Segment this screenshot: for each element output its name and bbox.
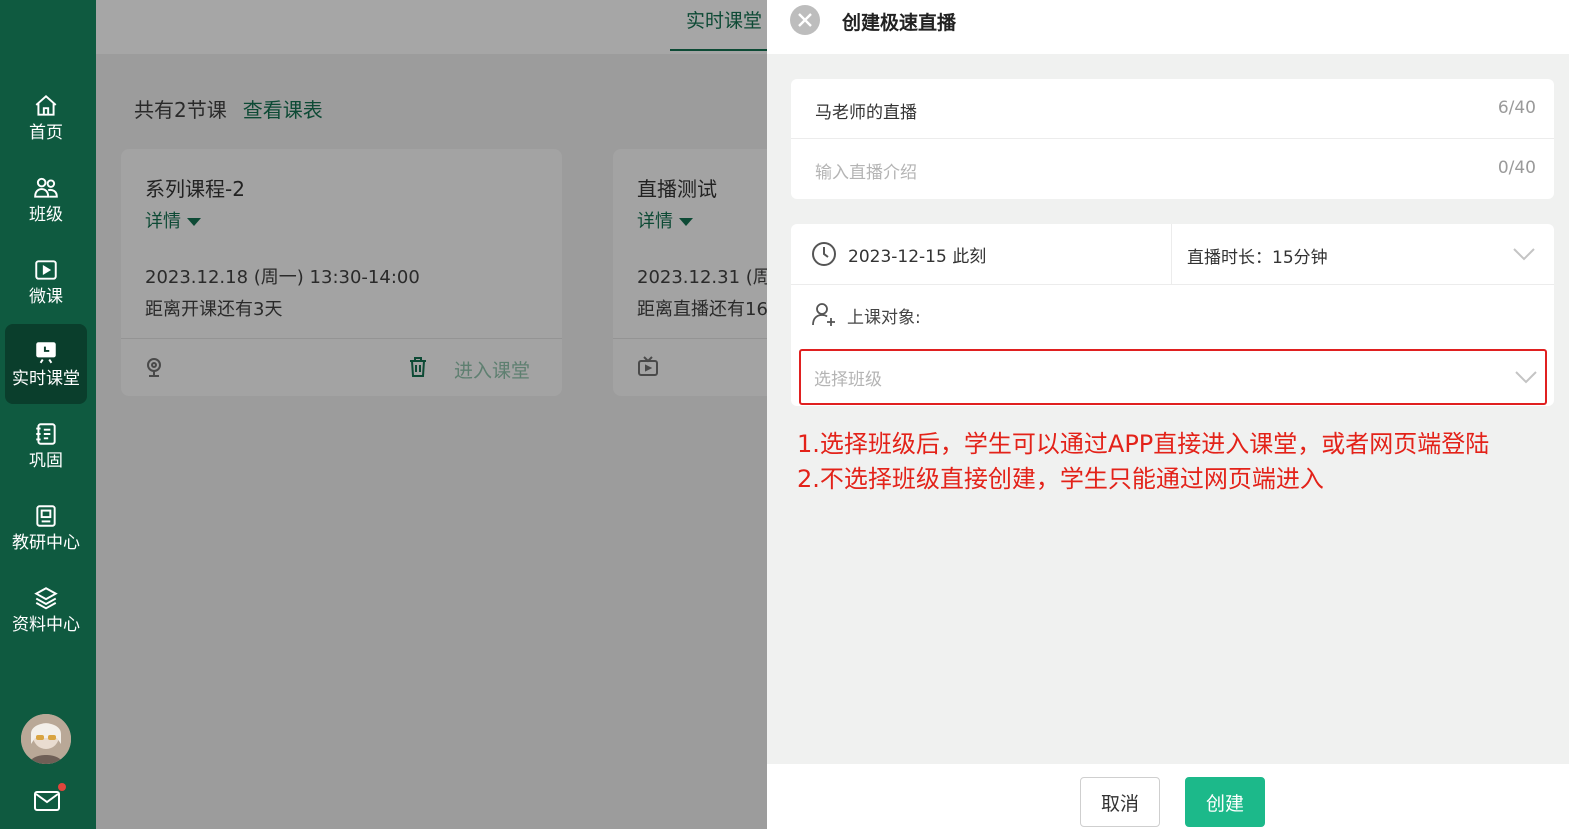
video-icon <box>35 260 57 280</box>
target-label: 上课对象: <box>847 308 921 328</box>
detail-toggle[interactable]: 详情 <box>637 207 693 233</box>
tab-live-class[interactable]: 实时课堂 <box>670 0 767 51</box>
cancel-button[interactable]: 取消 <box>1080 777 1160 827</box>
date-duration-row: 2023-12-15 此刻 直播时长：15分钟 <box>791 224 1554 284</box>
detail-label: 详情 <box>637 211 673 232</box>
sidebar-item-consolidate[interactable]: 巩固 <box>5 406 87 486</box>
live-intro-field[interactable]: 输入直播介绍 0/40 <box>791 139 1554 199</box>
sidebar-item-resources[interactable]: 资料中心 <box>5 570 87 650</box>
live-class-icon <box>36 342 56 364</box>
sidebar-item-research[interactable]: 教研中心 <box>5 488 87 568</box>
close-button[interactable] <box>790 5 820 35</box>
live-info-form: 马老师的直播 6/40 输入直播介绍 0/40 <box>791 79 1554 199</box>
lesson-time: 2023.12.31 (周日 <box>637 267 767 288</box>
close-icon <box>798 13 812 27</box>
lesson-summary: 共有2节课 查看课表 <box>134 94 323 123</box>
class-select[interactable]: 选择班级 <box>799 349 1547 405</box>
divider <box>1171 224 1172 284</box>
lesson-card[interactable]: 系列课程-2 详情 2023.12.18 (周一) 13:30-14:00 距离… <box>121 149 562 396</box>
divider <box>121 338 562 339</box>
lesson-time: 2023.12.18 (周一) 13:30-14:00 <box>145 267 420 288</box>
detail-label: 详情 <box>145 211 181 232</box>
sidebar-item-label: 巩固 <box>29 451 63 471</box>
schedule-link[interactable]: 查看课表 <box>243 98 323 122</box>
sidebar-item-class[interactable]: 班级 <box>5 160 87 240</box>
live-name-value: 马老师的直播 <box>815 103 917 123</box>
notification-dot <box>58 783 66 791</box>
sidebar-item-microlesson[interactable]: 微课 <box>5 242 87 322</box>
layers-icon <box>34 587 58 610</box>
live-intro-count: 0/40 <box>1497 158 1536 178</box>
trash-icon[interactable] <box>407 356 429 378</box>
top-bar: 实时课堂 <box>96 0 767 54</box>
book-icon <box>36 505 56 527</box>
lesson-count: 共有2节课 <box>134 98 227 122</box>
avatar-image <box>21 714 71 764</box>
panel-title: 创建极速直播 <box>842 12 957 34</box>
webcam-icon <box>147 358 161 377</box>
caret-down-icon <box>187 218 201 226</box>
sidebar-item-live-class[interactable]: 实时课堂 <box>5 324 87 404</box>
class-select-placeholder: 选择班级 <box>814 370 882 390</box>
panel-header: 创建极速直播 <box>767 0 1569 54</box>
sidebar-item-label: 教研中心 <box>12 533 80 553</box>
create-button[interactable]: 创建 <box>1185 777 1265 827</box>
live-name-field[interactable]: 马老师的直播 6/40 <box>791 79 1554 139</box>
sidebar-item-label: 首页 <box>29 123 63 143</box>
create-live-panel: 创建极速直播 马老师的直播 6/40 输入直播介绍 0/40 2023-12-1… <box>767 0 1569 829</box>
annotation-note: 1.选择班级后，学生可以通过APP直接进入课堂，或者网页端登陆 <box>797 430 1490 458</box>
lesson-title: 系列课程-2 <box>145 177 245 201</box>
chevron-down-icon[interactable] <box>1513 247 1535 261</box>
live-name-count: 6/40 <box>1497 98 1536 118</box>
main-content: 实时课堂 共有2节课 查看课表 系列课程-2 详情 2023.12.18 (周一)… <box>96 0 767 829</box>
sidebar-item-home[interactable]: 首页 <box>5 78 87 158</box>
chevron-down-icon <box>1515 371 1537 384</box>
duration-select[interactable]: 直播时长：15分钟 <box>1187 243 1328 268</box>
home-icon <box>35 94 57 116</box>
annotation-note: 2.不选择班级直接创建，学生只能通过网页端进入 <box>797 465 1324 493</box>
tv-icon <box>638 356 658 376</box>
target-row: 上课对象: <box>791 284 1554 344</box>
mail-icon[interactable] <box>33 789 61 813</box>
panel-footer: 取消 创建 <box>767 764 1569 829</box>
lesson-title: 直播测试 <box>637 177 717 201</box>
sidebar: 首页 班级 微课 实时课堂 巩固 教研中心 资料中心 <box>0 0 96 829</box>
live-settings-form: 2023-12-15 此刻 直播时长：15分钟 上课对象: 选择班级 <box>791 224 1554 406</box>
caret-down-icon <box>679 218 693 226</box>
notebook-icon <box>36 423 56 445</box>
lesson-countdown: 距离直播还有16天 <box>637 299 767 320</box>
lesson-countdown: 距离开课还有3天 <box>145 299 283 320</box>
sidebar-item-label: 资料中心 <box>12 615 80 635</box>
sidebar-item-label: 微课 <box>29 287 63 307</box>
sidebar-item-label: 班级 <box>29 205 63 225</box>
start-time-picker[interactable]: 2023-12-15 此刻 <box>848 242 986 267</box>
detail-toggle[interactable]: 详情 <box>145 207 201 233</box>
users-icon <box>34 177 58 198</box>
enter-class-button[interactable]: 进入课堂 <box>454 356 530 383</box>
live-intro-placeholder: 输入直播介绍 <box>815 163 917 183</box>
clock-icon <box>812 242 836 266</box>
avatar[interactable] <box>21 714 71 764</box>
lesson-card[interactable]: 直播测试 详情 2023.12.31 (周日 距离直播还有16天 <box>613 149 767 396</box>
add-person-icon <box>812 303 835 326</box>
divider <box>613 338 767 339</box>
sidebar-item-label: 实时课堂 <box>12 369 80 389</box>
